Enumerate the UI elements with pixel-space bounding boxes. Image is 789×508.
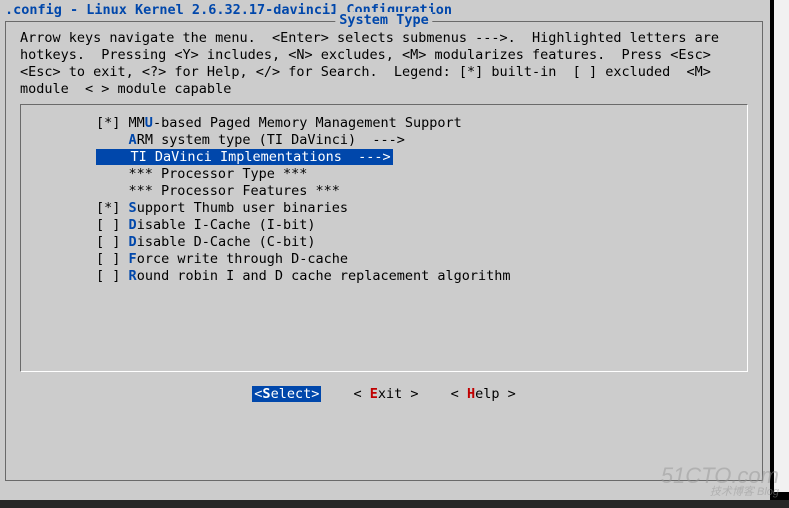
- menu-item-7[interactable]: [ ] Disable D-Cache (C-bit): [31, 234, 737, 251]
- dialog-frame: System Type Arrow keys navigate the menu…: [5, 21, 763, 481]
- help-button[interactable]: < Help >: [451, 386, 516, 402]
- menu-item-2[interactable]: TI DaVinci Implementations --->: [31, 149, 393, 166]
- menu-item-9[interactable]: [ ] Round robin I and D cache replacemen…: [31, 268, 737, 285]
- menu-item-0[interactable]: [*] MMU-based Paged Memory Management Su…: [31, 115, 737, 132]
- menu-item-1[interactable]: ARM system type (TI DaVinci) --->: [31, 132, 737, 149]
- menu-list[interactable]: [*] MMU-based Paged Memory Management Su…: [20, 104, 748, 372]
- dialog-title: System Type: [335, 12, 432, 29]
- menu-item-4[interactable]: *** Processor Features ***: [31, 183, 737, 200]
- menu-item-6[interactable]: [ ] Disable I-Cache (I-bit): [31, 217, 737, 234]
- scrollbar[interactable]: [774, 0, 789, 492]
- bottom-strip: [0, 500, 789, 508]
- button-row: <Select> < Exit > < Help >: [20, 386, 748, 403]
- menu-item-3[interactable]: *** Processor Type ***: [31, 166, 737, 183]
- select-button[interactable]: <Select>: [252, 386, 321, 402]
- menu-item-5[interactable]: [*] Support Thumb user binaries: [31, 200, 737, 217]
- terminal-window: .config - Linux Kernel 2.6.32.17-davinci…: [0, 0, 770, 500]
- exit-button[interactable]: < Exit >: [353, 386, 418, 402]
- menu-item-8[interactable]: [ ] Force write through D-cache: [31, 251, 737, 268]
- help-text: Arrow keys navigate the menu. <Enter> se…: [20, 30, 748, 98]
